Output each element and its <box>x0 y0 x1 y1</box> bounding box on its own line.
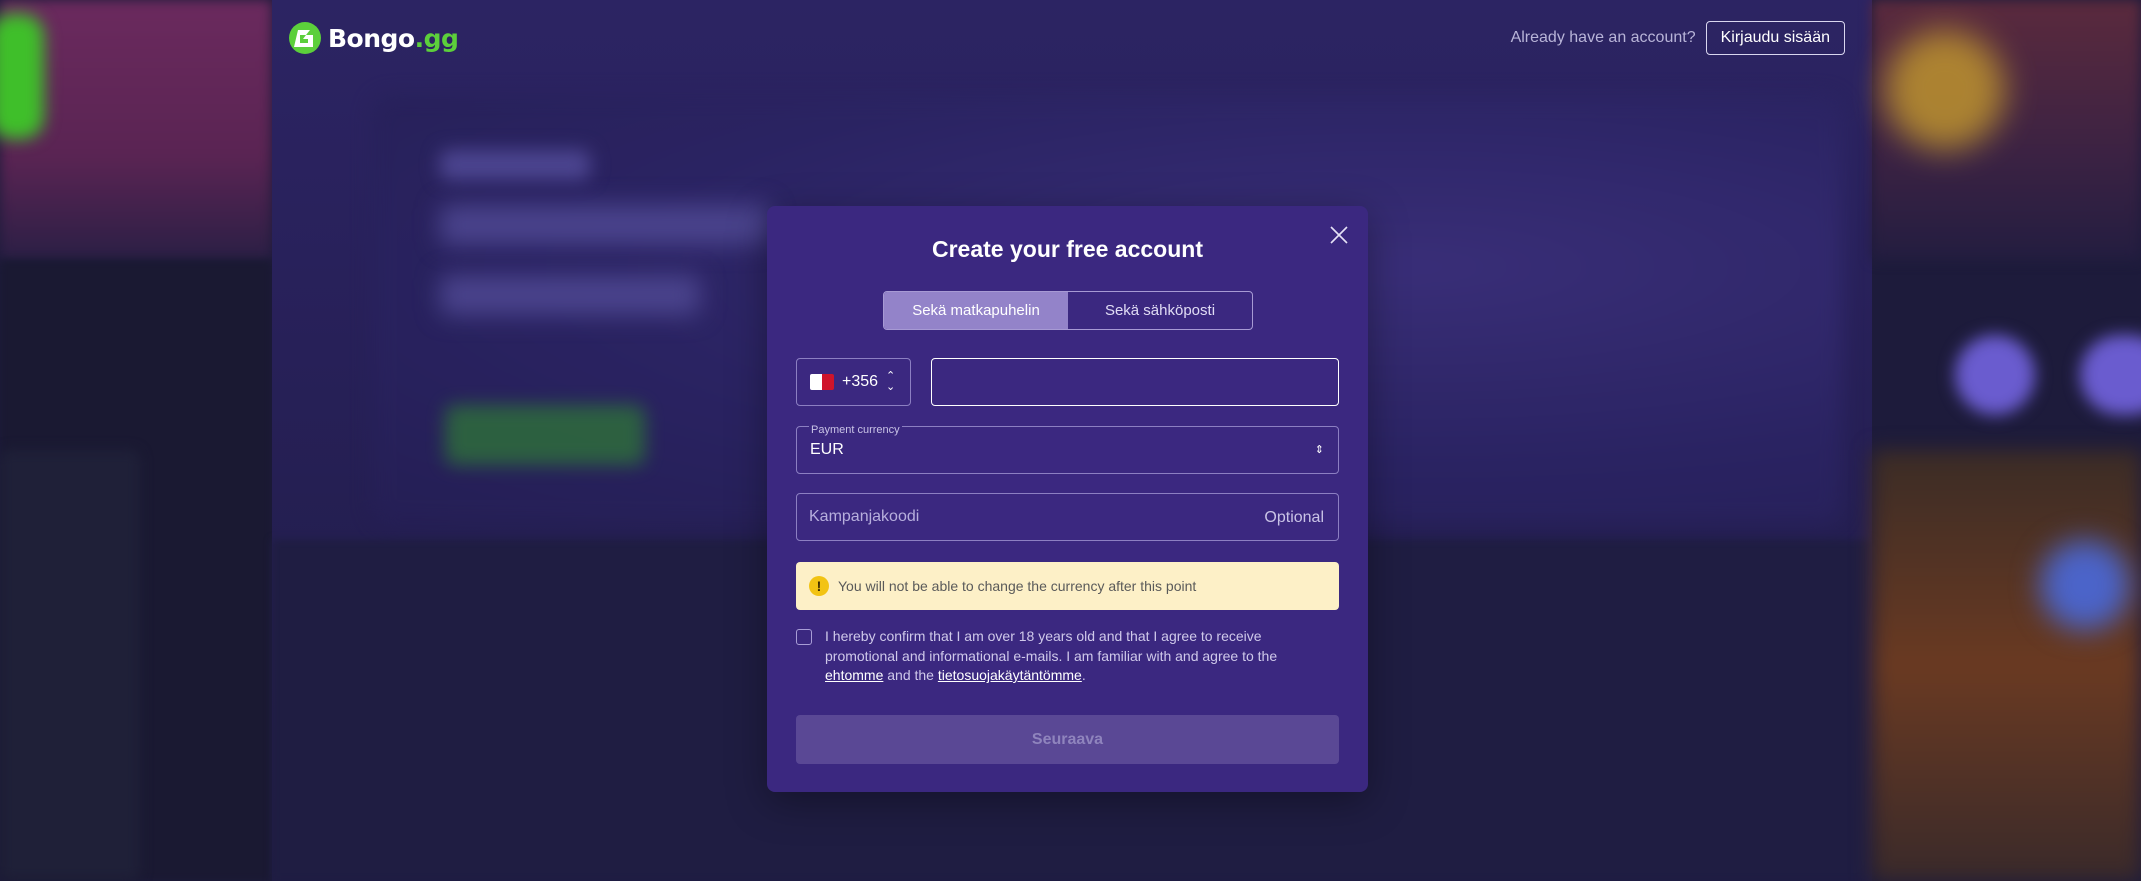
brand-logo[interactable]: Bongo.gg <box>288 20 459 56</box>
background-hero-text <box>440 150 590 180</box>
privacy-policy-link[interactable]: tietosuojakäytäntömme <box>938 667 1082 683</box>
background-nav-pill <box>2080 335 2141 415</box>
brand-name: Bongo.gg <box>328 23 459 53</box>
background-nav-pill <box>1955 335 2035 415</box>
promo-code-input[interactable] <box>797 494 1237 540</box>
background-blue-shape <box>2040 540 2130 630</box>
modal-title: Create your free account <box>932 236 1203 262</box>
consent-text: I hereby confirm that I am over 18 years… <box>825 627 1305 686</box>
background-hero-text <box>440 275 700 315</box>
country-code-value: +356 <box>842 373 879 390</box>
warning-text: You will not be able to change the curre… <box>838 578 1197 594</box>
updown-chevron-icon: ⌃ ⌄ <box>886 370 896 393</box>
background-gold-shape <box>1885 30 2005 150</box>
consent-end: . <box>1081 667 1086 683</box>
payment-currency-label: Payment currency <box>809 424 902 436</box>
terms-link[interactable]: ehtomme <box>825 667 883 683</box>
payment-currency-select[interactable]: Payment currency EUR ⇕ <box>796 424 1339 474</box>
country-code-select[interactable]: +356 ⌃ ⌄ <box>796 358 911 406</box>
phone-row: +356 ⌃ ⌄ <box>796 358 1339 406</box>
background-green-shape <box>0 14 44 139</box>
phone-number-input[interactable] <box>931 358 1339 406</box>
updown-chevron-icon: ⇕ <box>1314 444 1324 456</box>
payment-currency-value: EUR <box>810 441 844 458</box>
warning-icon: ! <box>809 576 829 596</box>
have-account-text: Already have an account? <box>1510 29 1696 46</box>
bongo-logo-icon <box>289 22 321 54</box>
optional-label: Optional <box>1264 509 1324 526</box>
background-hero-text <box>440 205 770 245</box>
login-button[interactable]: Kirjaudu sisään <box>1705 21 1845 55</box>
signup-method-tabs: Sekä matkapuhelin Sekä sähköposti <box>883 291 1253 330</box>
background-left-card <box>0 450 140 881</box>
consent-and: and the <box>887 667 934 683</box>
consent-statement: I hereby confirm that I am over 18 years… <box>825 628 1278 664</box>
tab-phone[interactable]: Sekä matkapuhelin <box>884 292 1068 329</box>
background-right-column <box>1872 450 2141 881</box>
signup-modal: Create your free account Sekä matkapuhel… <box>767 206 1368 792</box>
consent-checkbox[interactable] <box>796 629 812 645</box>
background-hero-button <box>445 405 645 465</box>
promo-code-field: Optional <box>796 493 1339 541</box>
tab-email[interactable]: Sekä sähköposti <box>1068 292 1252 329</box>
next-button[interactable]: Seuraava <box>796 715 1339 764</box>
header-account-area: Already have an account? Kirjaudu sisään <box>1511 21 1845 55</box>
currency-warning: ! You will not be able to change the cur… <box>796 562 1339 610</box>
page: Bongo.gg Already have an account? Kirjau… <box>0 0 2141 881</box>
malta-flag-icon <box>810 374 834 390</box>
